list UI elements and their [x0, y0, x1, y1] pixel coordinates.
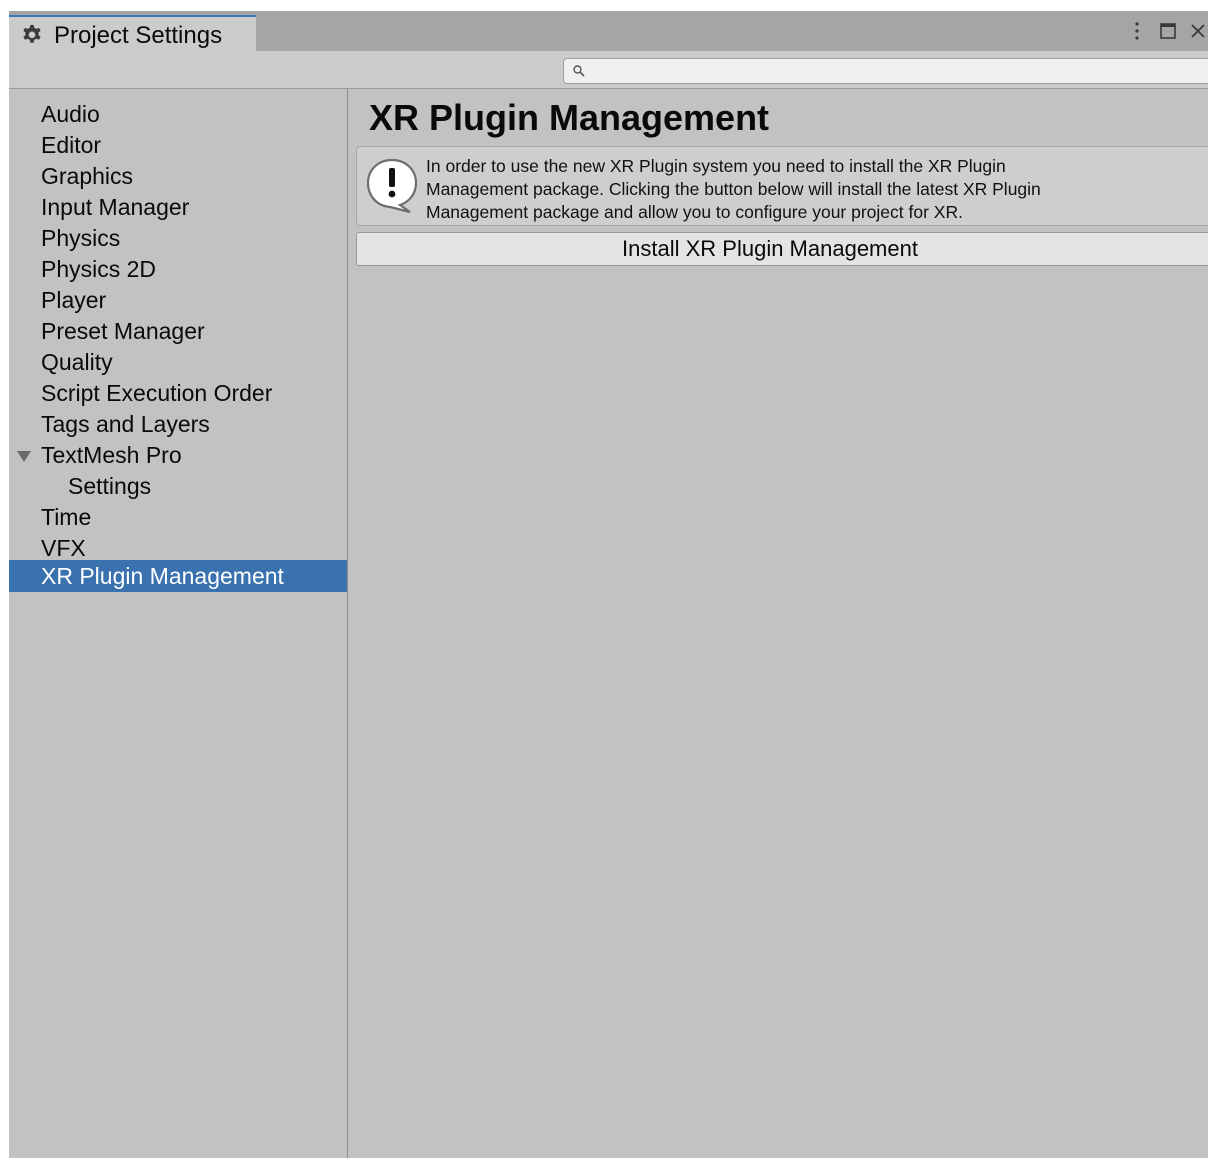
sidebar-item-xr-plugin-management[interactable]: XR Plugin Management [9, 560, 347, 592]
help-box: In order to use the new XR Plugin system… [356, 146, 1208, 226]
sidebar-item-label: Input Manager [41, 194, 190, 220]
help-line: In order to use the new XR Plugin system… [426, 156, 1006, 176]
maximize-icon[interactable] [1160, 23, 1176, 39]
tab-project-settings[interactable]: Project Settings [9, 15, 256, 51]
sidebar-item-label: Script Execution Order [41, 380, 273, 406]
settings-content: XR Plugin Management In order to use the… [348, 89, 1208, 1158]
foldout-arrow-icon[interactable] [17, 451, 31, 462]
help-line: Management package and allow you to conf… [426, 202, 963, 222]
tab-bar: Project Settings [9, 11, 1208, 51]
sidebar-item-label: Physics [41, 225, 121, 251]
sidebar-item-textmesh-pro[interactable]: TextMesh Pro [9, 440, 347, 471]
sidebar-item-label: Preset Manager [41, 318, 205, 344]
sidebar-item-time[interactable]: Time [9, 502, 347, 533]
sidebar-item-label: TextMesh Pro [41, 442, 182, 468]
sidebar-item-label: Quality [41, 349, 113, 375]
kebab-menu-icon[interactable] [1129, 20, 1145, 42]
project-settings-window: Project Settings Audio Editor Graphics I… [9, 11, 1208, 1158]
sidebar-item-graphics[interactable]: Graphics [9, 161, 347, 192]
sidebar-item-audio[interactable]: Audio [9, 99, 347, 130]
gear-icon [23, 24, 41, 43]
search-icon [573, 65, 585, 77]
close-icon[interactable] [1189, 23, 1208, 39]
sidebar-item-physics-2d[interactable]: Physics 2D [9, 254, 347, 285]
settings-sidebar: Audio Editor Graphics Input Manager Phys… [9, 89, 348, 1158]
sidebar-item-quality[interactable]: Quality [9, 347, 347, 378]
install-button-label: Install XR Plugin Management [622, 236, 918, 261]
help-line: Management package. Clicking the button … [426, 179, 1041, 199]
sidebar-item-label: Audio [41, 101, 100, 127]
sidebar-item-label: Tags and Layers [41, 411, 210, 437]
warning-icon [366, 158, 418, 214]
sidebar-item-label: XR Plugin Management [41, 563, 284, 589]
install-xr-plugin-management-button[interactable]: Install XR Plugin Management [356, 232, 1208, 266]
sidebar-item-textmesh-pro-settings[interactable]: Settings [9, 471, 347, 502]
sidebar-item-label: Settings [68, 473, 152, 499]
sidebar-item-tags-and-layers[interactable]: Tags and Layers [9, 409, 347, 440]
page-title: XR Plugin Management [369, 97, 770, 138]
sidebar-item-physics[interactable]: Physics [9, 223, 347, 254]
sidebar-item-preset-manager[interactable]: Preset Manager [9, 316, 347, 347]
sidebar-item-player[interactable]: Player [9, 285, 347, 316]
search-input[interactable] [563, 58, 1208, 84]
sidebar-item-label: Graphics [41, 163, 134, 189]
help-message: In order to use the new XR Plugin system… [426, 155, 1196, 224]
sidebar-item-label: Editor [41, 132, 102, 158]
tab-title: Project Settings [54, 22, 223, 49]
sidebar-item-script-execution-order[interactable]: Script Execution Order [9, 378, 347, 409]
sidebar-item-input-manager[interactable]: Input Manager [9, 192, 347, 223]
sidebar-item-label: Physics 2D [41, 256, 157, 282]
sidebar-item-label: Time [41, 504, 92, 530]
sidebar-item-editor[interactable]: Editor [9, 130, 347, 161]
sidebar-item-label: Player [41, 287, 107, 313]
search-toolbar [9, 51, 1208, 89]
